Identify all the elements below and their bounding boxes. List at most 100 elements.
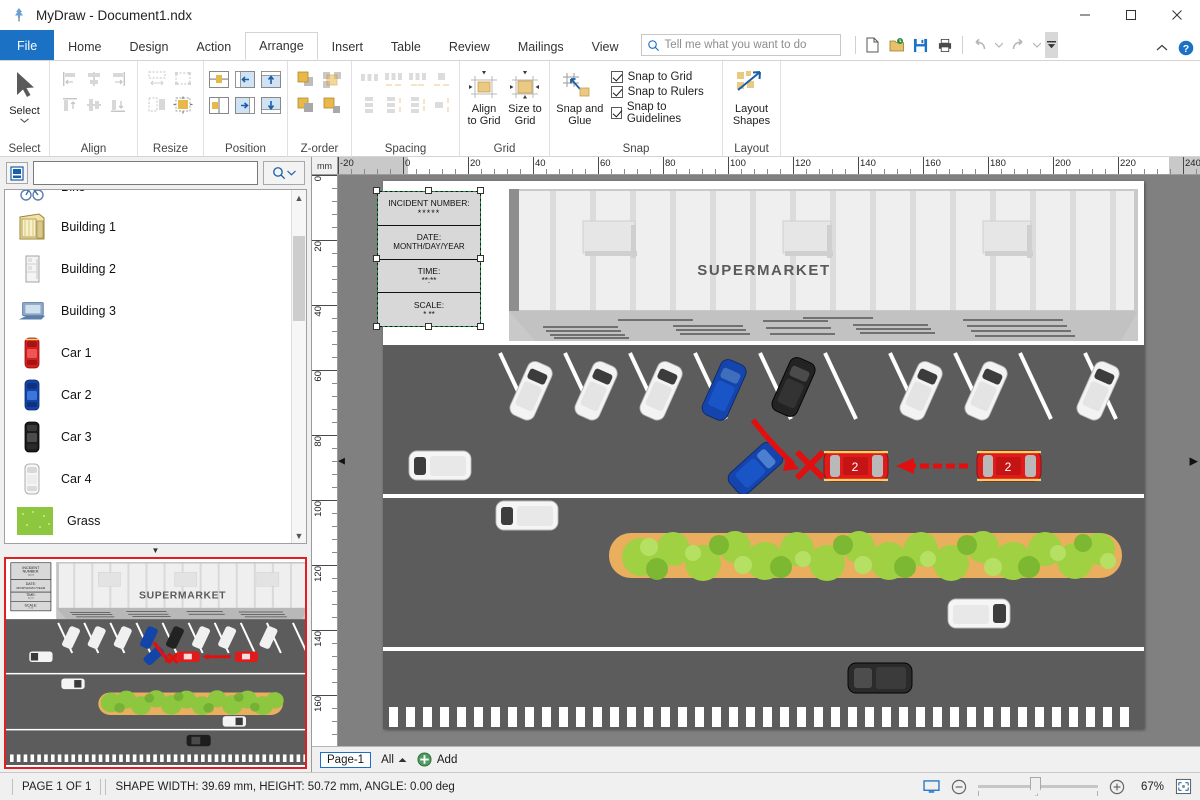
tab-file[interactable]: File [0,30,55,60]
scrollbar-thumb[interactable] [293,236,305,321]
space-horizontal-icon[interactable] [358,67,382,91]
snap-to-guidelines-checkbox[interactable]: Snap to Guidelines [610,101,716,125]
selection-handle-ne[interactable] [477,187,484,194]
list-item[interactable]: Building 2 [5,248,306,290]
maximize-button[interactable] [1108,0,1154,30]
space-decrease-h-icon[interactable] [406,67,430,91]
add-page-button[interactable]: Add [417,752,457,767]
zoom-in-icon[interactable] [1109,779,1125,795]
list-item[interactable]: Car 2 [5,374,306,416]
tab-design[interactable]: Design [116,32,183,60]
shapes-list[interactable]: Bike Building 1 [4,189,307,544]
send-backward-icon[interactable] [320,93,344,117]
redo-dropdown-icon[interactable] [1031,34,1043,56]
page-tab-page-1[interactable]: Page-1 [320,751,372,768]
list-item[interactable]: Building 3 [5,290,306,332]
minimize-button[interactable] [1062,0,1108,30]
selection-handle-w[interactable] [373,255,380,262]
scroll-up-icon[interactable]: ▲ [292,190,306,205]
list-item[interactable]: Car 4 [5,458,306,500]
snap-and-glue-button[interactable]: Snap and Glue [554,67,606,127]
page-thumbnail-preview[interactable]: SUPERMARKET INCIDENT NUMBER: ***** DATE:… [4,557,307,769]
space-increase-h-icon[interactable] [382,67,406,91]
right-pane-expand-icon[interactable]: ▶ [1190,454,1198,467]
close-button[interactable] [1154,0,1200,30]
bring-forward-icon[interactable] [320,67,344,91]
tab-insert[interactable]: Insert [318,32,377,60]
shapes-search-input[interactable] [33,161,258,185]
horizontal-ruler[interactable]: -20 0 20 40 60 80 100 120 140 160 180 20… [338,157,1200,175]
shapes-panel-collapse[interactable]: ▼ [0,544,311,557]
space-remove-h-icon[interactable] [430,67,454,91]
bring-to-front-icon[interactable] [294,67,318,91]
drawing-canvas[interactable]: SUPERMARKET 2 2 INCIDENT NUMBER: ***** D… [338,175,1200,746]
space-increase-v-icon[interactable] [382,93,406,117]
print-icon[interactable] [934,34,956,56]
position-middle-icon[interactable] [207,93,231,117]
left-pane-collapse-icon[interactable]: ◀ [338,455,345,466]
layout-shapes-button[interactable]: Layout Shapes [727,67,776,127]
list-item[interactable]: Car 3 [5,416,306,458]
align-to-grid-button[interactable]: Align to Grid [464,67,504,127]
selection-handle-s[interactable] [425,323,432,330]
tab-action[interactable]: Action [182,32,245,60]
page-tab-all[interactable]: All [381,754,407,766]
align-bottom-icon[interactable] [106,93,130,117]
position-left-icon[interactable] [233,67,257,91]
same-height-icon[interactable] [145,93,169,117]
align-left-icon[interactable] [58,67,82,91]
same-width-icon[interactable] [145,67,169,91]
selection-handle-nw[interactable] [373,187,380,194]
fit-to-text-icon[interactable] [171,93,195,117]
position-top-icon[interactable] [259,67,283,91]
help-icon[interactable]: ? [1178,40,1194,56]
align-right-icon[interactable] [106,67,130,91]
selection-handle-e[interactable] [477,255,484,262]
collapse-ribbon-icon[interactable] [1156,44,1168,52]
open-folder-icon[interactable] [886,34,908,56]
same-size-icon[interactable] [171,67,195,91]
shapes-list-scrollbar[interactable]: ▲ ▼ [291,190,306,543]
position-bottom-icon[interactable] [259,93,283,117]
monitor-icon[interactable] [923,779,940,794]
tell-me-search[interactable]: Tell me what you want to do [640,34,841,56]
list-item[interactable]: Bike [5,190,306,206]
selection-handle-se[interactable] [477,323,484,330]
tab-table[interactable]: Table [377,32,435,60]
tab-view[interactable]: View [578,32,633,60]
tab-home[interactable]: Home [54,32,115,60]
undo-dropdown-icon[interactable] [993,34,1005,56]
send-to-back-icon[interactable] [294,93,318,117]
shapes-library-icon[interactable] [6,162,28,184]
position-center-icon[interactable] [207,67,231,91]
zoom-slider[interactable] [978,777,1098,796]
save-icon[interactable] [910,34,932,56]
snap-to-rulers-checkbox[interactable]: Snap to Rulers [610,86,716,98]
align-middle-vertical-icon[interactable] [82,93,106,117]
align-top-icon[interactable] [58,93,82,117]
align-center-horizontal-icon[interactable] [82,67,106,91]
title-block-shape[interactable]: INCIDENT NUMBER: ***** DATE: MONTH/DAY/Y… [377,191,481,327]
space-decrease-v-icon[interactable] [406,93,430,117]
tab-mailings[interactable]: Mailings [504,32,578,60]
space-vertical-icon[interactable] [358,93,382,117]
list-item[interactable]: Building 1 [5,206,306,248]
vertical-ruler[interactable]: 0 20 40 60 80 100 120 140 160 [312,175,338,746]
fit-page-icon[interactable] [1175,778,1192,795]
new-document-icon[interactable] [862,34,884,56]
scroll-down-icon[interactable]: ▼ [292,528,306,543]
position-right-icon[interactable] [233,93,257,117]
customize-qat-icon[interactable] [1044,32,1058,58]
tab-arrange[interactable]: Arrange [245,32,318,60]
shapes-search-button[interactable] [263,161,305,185]
selection-handle-sw[interactable] [373,323,380,330]
undo-icon[interactable] [969,34,991,56]
select-button[interactable]: Select [4,67,45,123]
list-item[interactable]: Car 1 [5,332,306,374]
snap-to-grid-checkbox[interactable]: Snap to Grid [610,71,716,83]
space-remove-v-icon[interactable] [430,93,454,117]
zoom-out-icon[interactable] [951,779,967,795]
list-item[interactable]: Grass [5,500,306,542]
zoom-slider-handle[interactable] [1030,777,1041,796]
document-page[interactable]: SUPERMARKET 2 2 INCIDENT NUMBER: ***** D… [373,181,1144,729]
